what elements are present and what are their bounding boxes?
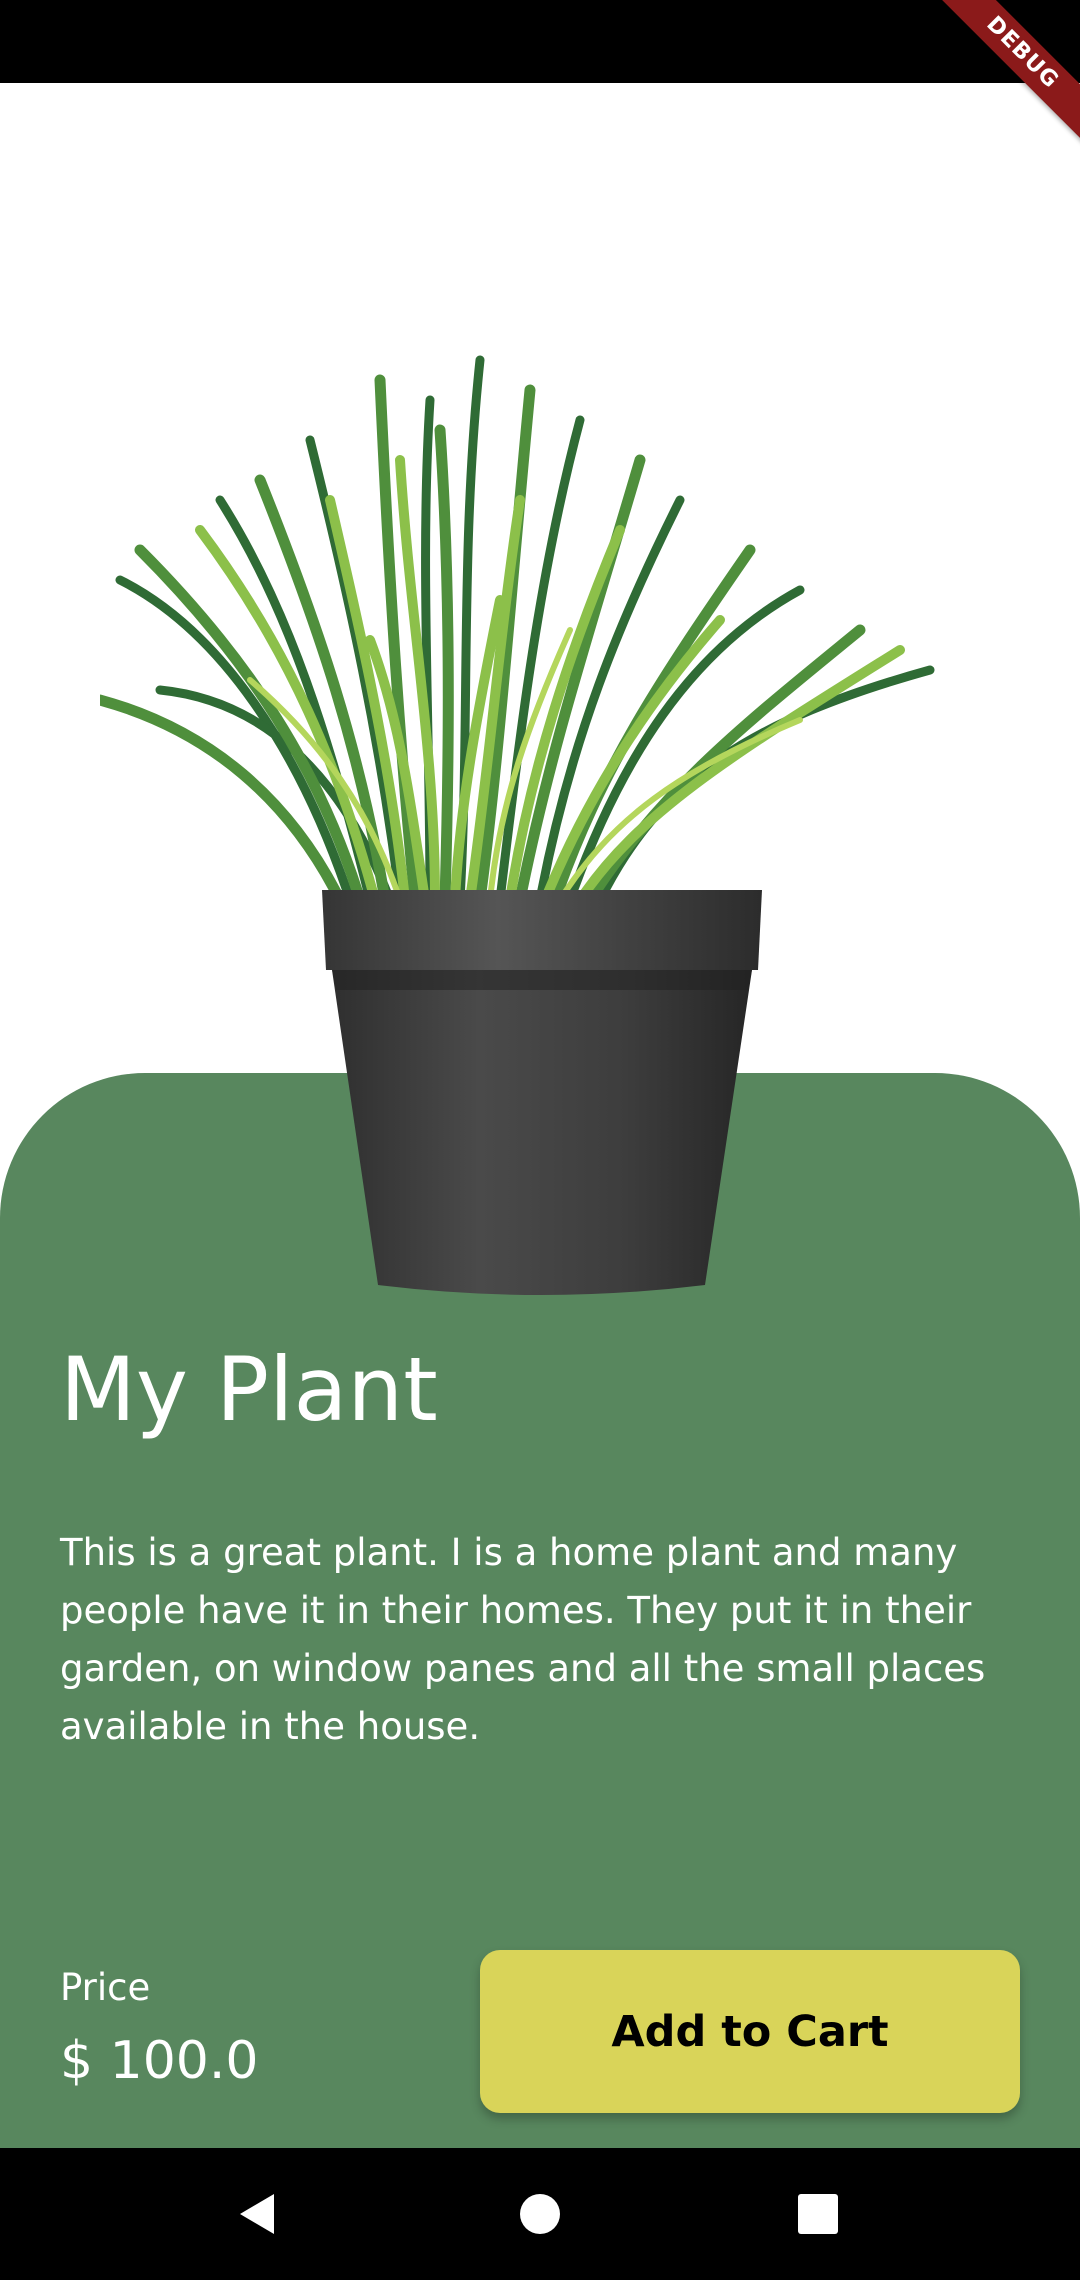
debug-banner-label: DEBUG — [930, 0, 1080, 145]
back-button[interactable] — [218, 2174, 298, 2254]
square-recents-icon — [798, 2194, 838, 2234]
system-navigation-bar — [0, 2148, 1080, 2280]
status-bar — [0, 0, 1080, 83]
plant-title: My Plant — [60, 1338, 438, 1441]
plant-image — [100, 355, 935, 1295]
recents-button[interactable] — [778, 2174, 858, 2254]
price-value: $ 100.0 — [60, 2031, 259, 2091]
circle-home-icon — [520, 2194, 560, 2234]
price-label: Price — [60, 1966, 151, 2009]
add-to-cart-button[interactable]: Add to Cart — [480, 1950, 1020, 2113]
debug-banner: DEBUG — [920, 0, 1080, 160]
triangle-back-icon — [240, 2194, 274, 2234]
home-button[interactable] — [500, 2174, 580, 2254]
plant-description: This is a great plant. I is a home plant… — [60, 1531, 986, 1748]
product-detail-screen: DEBUG My Plant This is a great plant. I … — [0, 0, 1080, 2280]
